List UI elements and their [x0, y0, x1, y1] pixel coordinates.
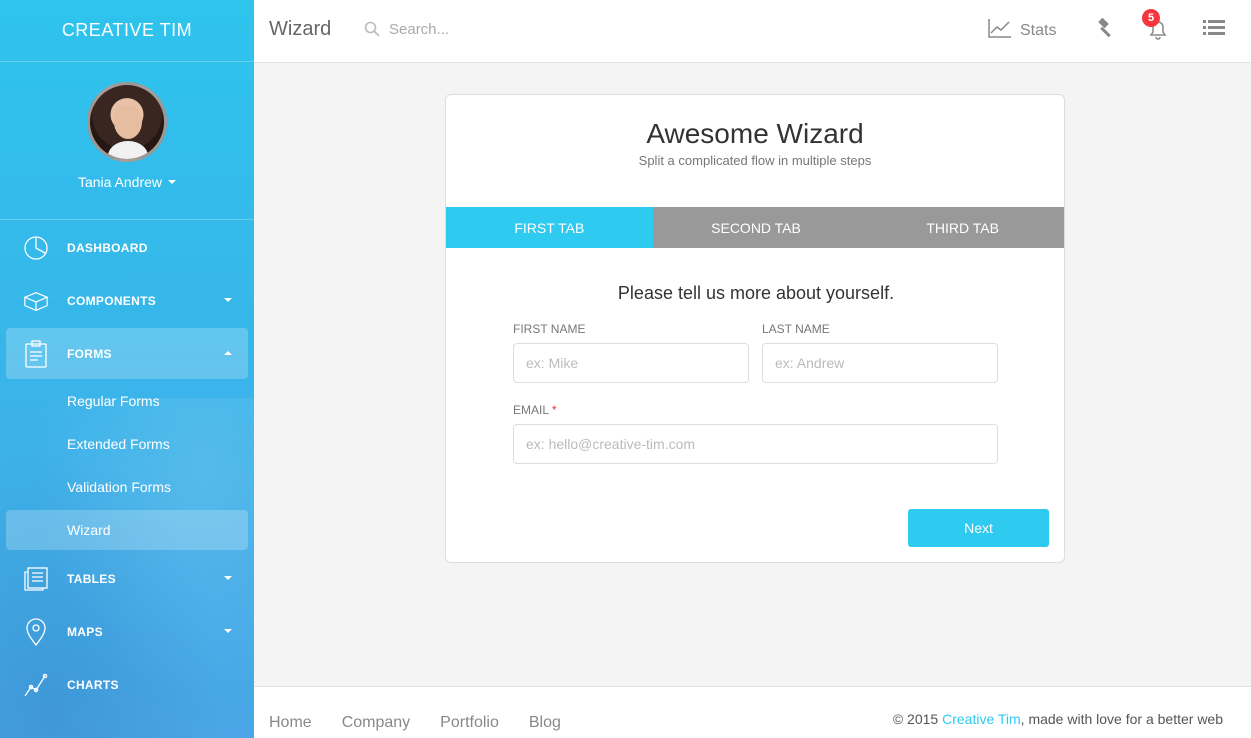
wizard-subtitle: Split a complicated flow in multiple ste…: [638, 153, 872, 168]
footer-link-blog[interactable]: Blog: [529, 714, 561, 732]
stats-link[interactable]: Stats: [988, 18, 1056, 43]
sidebar-item-maps[interactable]: MAPS: [6, 606, 248, 657]
search-input[interactable]: [389, 15, 609, 43]
next-button[interactable]: Next: [908, 509, 1049, 547]
tab-third[interactable]: THIRD TAB: [859, 207, 1064, 248]
chevron-down-icon: [224, 629, 232, 633]
box-icon: [23, 288, 49, 314]
chevron-down-icon: [224, 298, 232, 302]
footer: Home Company Portfolio Blog © 2015 Creat…: [254, 686, 1251, 738]
sidebar: CREATIVE TIM Tania Andrew DASHBOARD COMP…: [0, 0, 254, 738]
step-question: Please tell us more about yourself.: [617, 283, 895, 303]
brand-logo[interactable]: CREATIVE TIM: [0, 0, 254, 62]
sidebar-item-label: MAPS: [67, 624, 103, 639]
wizard-title: Awesome Wizard: [646, 118, 864, 149]
stats-label: Stats: [1020, 21, 1057, 39]
sidebar-subitem-wizard[interactable]: Wizard: [6, 510, 248, 550]
user-name: Tania Andrew: [77, 174, 163, 190]
sidebar-item-label: DASHBOARD: [67, 240, 148, 255]
clipboard-icon: [23, 339, 49, 368]
page-title: Wizard: [269, 18, 332, 40]
sidebar-item-components[interactable]: COMPONENTS: [6, 275, 248, 326]
copyright-suffix: , made with love for a better web: [1020, 711, 1223, 727]
sidebar-item-label: CHARTS: [67, 677, 119, 692]
first-name-label: FIRST NAME: [513, 322, 586, 336]
avatar[interactable]: [87, 82, 167, 162]
search-icon: [364, 21, 380, 42]
chevron-up-icon: [224, 351, 232, 355]
copyright-brand-link[interactable]: Creative Tim: [942, 711, 1021, 727]
footer-link-home[interactable]: Home: [269, 714, 312, 732]
sidebar-item-tables[interactable]: TABLES: [6, 553, 248, 604]
line-chart-icon: [23, 672, 49, 698]
footer-link-company[interactable]: Company: [342, 714, 410, 732]
sidebar-item-charts[interactable]: CHARTS: [6, 659, 248, 710]
chevron-down-icon: [224, 576, 232, 580]
sidebar-subitem-validation-forms[interactable]: Validation Forms: [6, 467, 248, 507]
top-navbar: Wizard Stats 5: [254, 0, 1251, 63]
sidebar-item-forms[interactable]: FORMS: [6, 328, 248, 379]
footer-links: Home Company Portfolio Blog: [269, 714, 561, 732]
footer-link-portfolio[interactable]: Portfolio: [440, 714, 499, 732]
wizard-card: Awesome Wizard Split a complicated flow …: [445, 94, 1065, 563]
sidebar-subitem-extended-forms[interactable]: Extended Forms: [6, 424, 248, 464]
map-pin-icon: [23, 617, 49, 646]
user-panel: Tania Andrew: [0, 62, 254, 220]
sidebar-item-label: TABLES: [67, 571, 116, 586]
list-icon[interactable]: [1203, 19, 1225, 42]
wizard-tabs: FIRST TAB SECOND TAB THIRD TAB: [446, 207, 1064, 248]
tab-first[interactable]: FIRST TAB: [446, 207, 653, 248]
sidebar-item-label: COMPONENTS: [67, 293, 157, 308]
copyright-prefix: © 2015: [892, 711, 943, 727]
gavel-icon[interactable]: [1094, 17, 1116, 45]
email-label: EMAIL *: [513, 403, 557, 417]
line-chart-icon: [988, 18, 1012, 43]
email-field[interactable]: [513, 424, 998, 464]
chevron-down-icon: [168, 180, 177, 184]
sidebar-nav: DASHBOARD COMPONENTS FORMS Regular Forms…: [0, 222, 254, 710]
notification-badge: 5: [1142, 9, 1160, 27]
sidebar-item-dashboard[interactable]: DASHBOARD: [6, 222, 248, 273]
last-name-label: LAST NAME: [762, 322, 830, 336]
required-mark: *: [551, 403, 557, 417]
last-name-field[interactable]: [762, 343, 998, 383]
user-menu-toggle[interactable]: Tania Andrew: [77, 174, 177, 190]
pie-chart-icon: [23, 235, 49, 261]
sidebar-subitem-regular-forms[interactable]: Regular Forms: [6, 381, 248, 421]
table-icon: [23, 566, 49, 592]
email-label-text: EMAIL: [513, 403, 549, 417]
first-name-field[interactable]: [513, 343, 749, 383]
copyright: © 2015 Creative Tim, made with love for …: [893, 711, 1223, 727]
tab-second[interactable]: SECOND TAB: [653, 207, 860, 248]
sidebar-item-label: FORMS: [67, 346, 112, 361]
